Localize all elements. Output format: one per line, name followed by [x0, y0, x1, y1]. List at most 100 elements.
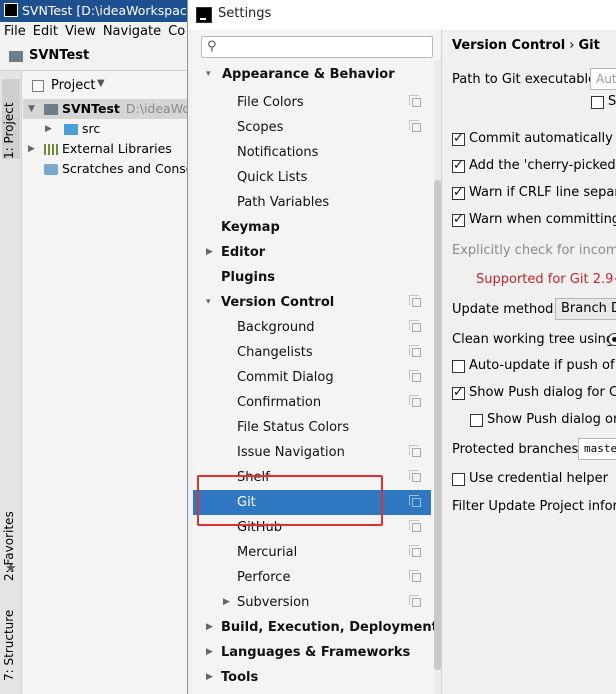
checkbox-box[interactable] — [452, 473, 465, 486]
nav-quick-lists[interactable]: Quick Lists — [193, 165, 431, 190]
tree-row-src[interactable]: ▶ src — [23, 119, 200, 139]
checkbox-box[interactable] — [452, 360, 465, 373]
project-scope-icon — [409, 395, 421, 407]
tool-tab-project[interactable]: 1: Project — [2, 79, 20, 159]
expanded-arrow-icon[interactable]: ▾ — [206, 62, 211, 87]
collapsed-arrow-icon[interactable]: ▶ — [206, 665, 213, 690]
checkbox-box[interactable] — [452, 385, 465, 400]
project-panel-header[interactable]: Project ▼ — [23, 74, 200, 98]
nav-subversion[interactable]: ▶ Subversion — [193, 590, 431, 615]
chevron-down-icon[interactable]: ▼ — [97, 78, 105, 89]
nav-label: Languages & Frameworks — [221, 645, 411, 660]
collapsed-arrow-icon[interactable]: ▶ — [206, 640, 213, 665]
source-folder-icon — [64, 124, 78, 135]
checkbox-box[interactable] — [591, 96, 604, 109]
nav-path-variables[interactable]: Path Variables — [193, 190, 431, 215]
nav-mercurial[interactable]: Mercurial — [193, 540, 431, 565]
nav-build-execution-deployment[interactable]: ▶ Build, Execution, Deployment — [193, 615, 438, 640]
clean-tree-radio[interactable] — [608, 333, 616, 346]
checkbox-label: Add the 'cherry-picked fr — [469, 158, 616, 173]
scrollbar-thumb[interactable] — [434, 180, 441, 670]
checkbox-box[interactable] — [452, 185, 465, 200]
collapsed-arrow-icon[interactable]: ▶ — [206, 615, 213, 640]
nav-editor[interactable]: ▶ Editor — [193, 240, 431, 265]
checkbox-box[interactable] — [452, 158, 465, 173]
supported-git-version-note: Supported for Git 2.9+ — [476, 272, 616, 287]
nav-tools[interactable]: ▶ Tools — [193, 665, 431, 690]
checkbox-box[interactable] — [452, 131, 465, 146]
tool-tab-structure[interactable]: 7: Structure — [2, 591, 20, 681]
collapsed-arrow-icon[interactable]: ▶ — [223, 590, 230, 615]
nav-label: Version Control — [221, 295, 335, 310]
settings-dialog: Settings ⚲ ▾ Appearance & Behavior File … — [187, 0, 616, 694]
nav-scopes[interactable]: Scopes — [193, 115, 431, 140]
protected-branches-field[interactable]: master — [578, 438, 616, 460]
nav-label: Path Variables — [237, 195, 330, 210]
tree-row-project-root[interactable]: ▼ SVNTest D:\ideaWor — [23, 99, 200, 119]
nav-label: Changelists — [237, 345, 313, 360]
menu-code[interactable]: Co — [164, 22, 188, 39]
menu-view[interactable]: View — [61, 22, 99, 39]
nav-label: Mercurial — [237, 545, 298, 560]
project-panel: Project ▼ ▼ SVNTest D:\ideaWor ▶ src ▶ Ex… — [23, 71, 200, 694]
nav-changelists[interactable]: Changelists — [193, 340, 431, 365]
nav-issue-navigation[interactable]: Issue Navigation — [193, 440, 431, 465]
project-scope-icon — [409, 95, 421, 107]
nav-label: Subversion — [237, 595, 310, 610]
dialog-title: Settings — [218, 6, 272, 21]
checkbox-box[interactable] — [452, 212, 465, 227]
tool-window-strip: 1: Project ★ 2: Favorites 7: Structure — [0, 71, 22, 694]
expanded-arrow-icon[interactable]: ▾ — [206, 290, 211, 315]
project-scope-icon — [409, 595, 421, 607]
nav-label: Quick Lists — [237, 170, 308, 185]
git-executable-path-field[interactable]: Auto — [590, 68, 616, 90]
clean-working-tree-label: Clean working tree using: — [452, 332, 616, 347]
check-incoming-label: Explicitly check for incoming — [452, 243, 616, 258]
path-to-git-label: Path to Git executable: — [452, 72, 601, 87]
settings-search-input[interactable] — [224, 38, 429, 56]
nav-confirmation[interactable]: Confirmation — [193, 390, 431, 415]
project-folder-icon — [9, 51, 23, 62]
nav-label: Keymap — [221, 220, 280, 235]
checkbox-label: Auto-update if push of th — [469, 358, 616, 373]
nav-file-colors[interactable]: File Colors — [193, 90, 431, 115]
nav-label: Editor — [221, 245, 266, 260]
tool-tab-favorites[interactable]: 2: Favorites — [2, 491, 20, 581]
tree-row-external-libraries[interactable]: ▶ External Libraries — [23, 139, 200, 159]
settings-tree-scrollbar[interactable] — [434, 60, 441, 694]
ide-navigation-bar: SVNTest — [0, 44, 200, 71]
nav-background[interactable]: Background — [193, 315, 431, 340]
expanded-arrow-icon[interactable]: ▼ — [28, 99, 35, 119]
project-scope-icon — [409, 120, 421, 132]
menu-navigate[interactable]: Navigate — [99, 22, 164, 39]
nav-project-name[interactable]: SVNTest — [29, 48, 89, 63]
checkbox-box[interactable] — [470, 414, 483, 427]
nav-appearance-behavior[interactable]: ▾ Appearance & Behavior — [193, 62, 431, 87]
breadcrumb-separator: › — [569, 38, 575, 53]
collapsed-arrow-icon[interactable]: ▶ — [28, 139, 35, 159]
nav-commit-dialog[interactable]: Commit Dialog — [193, 365, 431, 390]
nav-label: Build, Execution, Deployment — [221, 620, 438, 635]
nav-keymap[interactable]: Keymap — [193, 215, 431, 240]
search-icon: ⚲ — [207, 39, 217, 54]
nav-label: Scopes — [237, 120, 284, 135]
nav-perforce[interactable]: Perforce — [193, 565, 431, 590]
breadcrumb-version-control: Version Control — [452, 38, 566, 53]
nav-notifications[interactable]: Notifications — [193, 140, 431, 165]
collapsed-arrow-icon[interactable]: ▶ — [206, 240, 213, 265]
tree-scratches-label: Scratches and Consol — [62, 161, 197, 176]
nav-languages-frameworks[interactable]: ▶ Languages & Frameworks — [193, 640, 431, 665]
nav-plugins[interactable]: Plugins — [193, 265, 431, 290]
menu-file[interactable]: File — [0, 22, 29, 39]
git-highlight-annotation — [197, 475, 383, 526]
nav-file-status-colors[interactable]: File Status Colors — [193, 415, 431, 440]
nav-version-control[interactable]: ▾ Version Control — [193, 290, 431, 315]
breadcrumb-git: Git — [578, 38, 600, 53]
collapsed-arrow-icon[interactable]: ▶ — [45, 119, 52, 139]
tree-row-scratches[interactable]: Scratches and Consol — [23, 159, 200, 179]
settings-search-box[interactable]: ⚲ — [201, 36, 433, 58]
menu-edit[interactable]: Edit — [29, 22, 61, 39]
update-method-combo[interactable]: Branch De — [555, 298, 616, 320]
nav-label: Background — [237, 320, 315, 335]
module-folder-icon — [44, 104, 58, 115]
